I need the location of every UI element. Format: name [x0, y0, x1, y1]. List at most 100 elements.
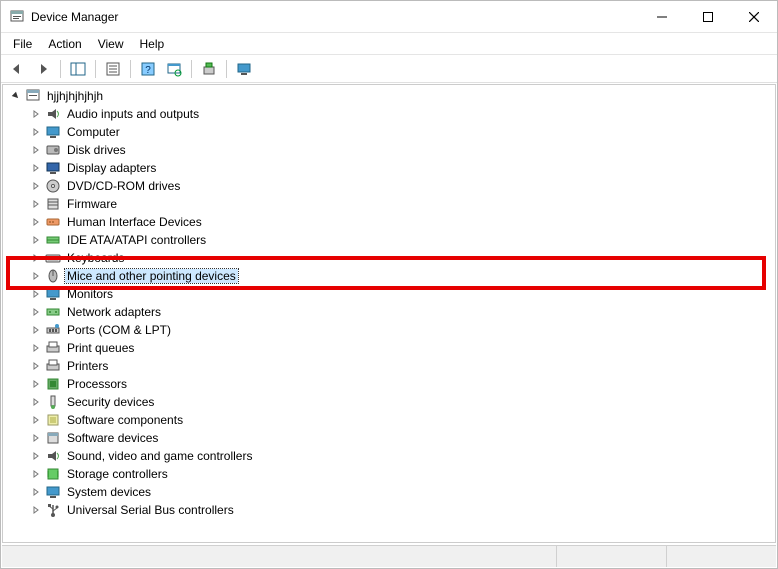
status-cell — [2, 546, 556, 567]
app-icon — [9, 9, 25, 25]
chevron-right-icon[interactable] — [29, 161, 43, 175]
chevron-right-icon[interactable] — [29, 125, 43, 139]
chevron-right-icon[interactable] — [29, 143, 43, 157]
chevron-right-icon[interactable] — [29, 449, 43, 463]
tree-item-system[interactable]: System devices — [29, 483, 775, 501]
window-buttons — [639, 1, 777, 33]
tree-item-dvd[interactable]: DVD/CD-ROM drives — [29, 177, 775, 195]
audio-icon — [45, 106, 61, 122]
titlebar: Device Manager — [1, 1, 777, 33]
tree-item-cpu[interactable]: Processors — [29, 375, 775, 393]
tree-item-label: Network adapters — [65, 305, 163, 319]
forward-button[interactable] — [31, 58, 55, 80]
tree-item-firmware[interactable]: Firmware — [29, 195, 775, 213]
tree-item-computer[interactable]: Computer — [29, 123, 775, 141]
swdev-icon — [45, 430, 61, 446]
chevron-right-icon[interactable] — [29, 503, 43, 517]
tree-item-label: Ports (COM & LPT) — [65, 323, 173, 337]
tree-item-label: Software devices — [65, 431, 160, 445]
tree-item-printqueue[interactable]: Print queues — [29, 339, 775, 357]
tree-item-label: Computer — [65, 125, 122, 139]
chevron-right-icon[interactable] — [29, 431, 43, 445]
tree-item-swcomp[interactable]: Software components — [29, 411, 775, 429]
chevron-right-icon[interactable] — [29, 251, 43, 265]
tree-item-sound[interactable]: Sound, video and game controllers — [29, 447, 775, 465]
back-button[interactable] — [5, 58, 29, 80]
chevron-down-icon[interactable] — [9, 89, 23, 103]
show-hide-tree-button[interactable] — [66, 58, 90, 80]
menu-action[interactable]: Action — [40, 35, 89, 53]
toolbar: ? — [1, 55, 777, 83]
tree-item-usb[interactable]: Universal Serial Bus controllers — [29, 501, 775, 519]
tree-root-node[interactable]: hjjhjhjhjhjh — [9, 87, 775, 105]
chevron-right-icon[interactable] — [29, 305, 43, 319]
tree-item-mouse[interactable]: Mice and other pointing devices — [29, 267, 775, 285]
tree-item-label: Audio inputs and outputs — [65, 107, 201, 121]
tree-item-swdev[interactable]: Software devices — [29, 429, 775, 447]
hid-icon — [45, 214, 61, 230]
menubar: File Action View Help — [1, 33, 777, 55]
tree-item-printer[interactable]: Printers — [29, 357, 775, 375]
tree-item-label: Printers — [65, 359, 110, 373]
chevron-right-icon[interactable] — [29, 107, 43, 121]
tree-item-keyboard[interactable]: Keyboards — [29, 249, 775, 267]
chevron-right-icon[interactable] — [29, 269, 43, 283]
chevron-right-icon[interactable] — [29, 395, 43, 409]
scan-hardware-button[interactable] — [162, 58, 186, 80]
tree-item-disk[interactable]: Disk drives — [29, 141, 775, 159]
tree-item-display[interactable]: Display adapters — [29, 159, 775, 177]
tree-item-label: Disk drives — [65, 143, 128, 157]
status-cell — [556, 546, 666, 567]
tree-item-port[interactable]: Ports (COM & LPT) — [29, 321, 775, 339]
tree-item-label: Processors — [65, 377, 129, 391]
port-icon — [45, 322, 61, 338]
maximize-button[interactable] — [685, 1, 731, 33]
toolbar-separator — [95, 60, 96, 78]
monitor-button[interactable] — [232, 58, 256, 80]
tree-item-audio[interactable]: Audio inputs and outputs — [29, 105, 775, 123]
computer-icon — [25, 88, 41, 104]
tree-item-storage[interactable]: Storage controllers — [29, 465, 775, 483]
tree-item-label: Human Interface Devices — [65, 215, 204, 229]
tree-item-ide[interactable]: IDE ATA/ATAPI controllers — [29, 231, 775, 249]
chevron-right-icon[interactable] — [29, 233, 43, 247]
monitor-icon — [45, 286, 61, 302]
chevron-right-icon[interactable] — [29, 413, 43, 427]
menu-file[interactable]: File — [5, 35, 40, 53]
toolbar-separator — [191, 60, 192, 78]
chevron-right-icon[interactable] — [29, 197, 43, 211]
usb-icon — [45, 502, 61, 518]
chevron-right-icon[interactable] — [29, 287, 43, 301]
printqueue-icon — [45, 340, 61, 356]
minimize-button[interactable] — [639, 1, 685, 33]
chevron-right-icon[interactable] — [29, 485, 43, 499]
chevron-right-icon[interactable] — [29, 467, 43, 481]
menu-view[interactable]: View — [90, 35, 132, 53]
tree-item-network[interactable]: Network adapters — [29, 303, 775, 321]
help-button[interactable]: ? — [136, 58, 160, 80]
chevron-right-icon[interactable] — [29, 323, 43, 337]
menu-help[interactable]: Help — [132, 35, 173, 53]
uninstall-button[interactable] — [197, 58, 221, 80]
network-icon — [45, 304, 61, 320]
chevron-right-icon[interactable] — [29, 179, 43, 193]
toolbar-separator — [226, 60, 227, 78]
tree-item-label: Print queues — [65, 341, 136, 355]
dvd-icon — [45, 178, 61, 194]
tree-item-hid[interactable]: Human Interface Devices — [29, 213, 775, 231]
computer-icon — [45, 124, 61, 140]
chevron-right-icon[interactable] — [29, 341, 43, 355]
tree-item-monitor[interactable]: Monitors — [29, 285, 775, 303]
properties-button[interactable] — [101, 58, 125, 80]
tree-children: Audio inputs and outputs Computer Disk dri… — [9, 105, 775, 519]
sound-icon — [45, 448, 61, 464]
tree-item-label: Display adapters — [65, 161, 158, 175]
tree-item-security[interactable]: Security devices — [29, 393, 775, 411]
chevron-right-icon[interactable] — [29, 377, 43, 391]
display-icon — [45, 160, 61, 176]
chevron-right-icon[interactable] — [29, 359, 43, 373]
keyboard-icon — [45, 250, 61, 266]
close-button[interactable] — [731, 1, 777, 33]
tree-view[interactable]: hjjhjhjhjhjh Audio inputs and outputs Com… — [2, 84, 776, 543]
chevron-right-icon[interactable] — [29, 215, 43, 229]
